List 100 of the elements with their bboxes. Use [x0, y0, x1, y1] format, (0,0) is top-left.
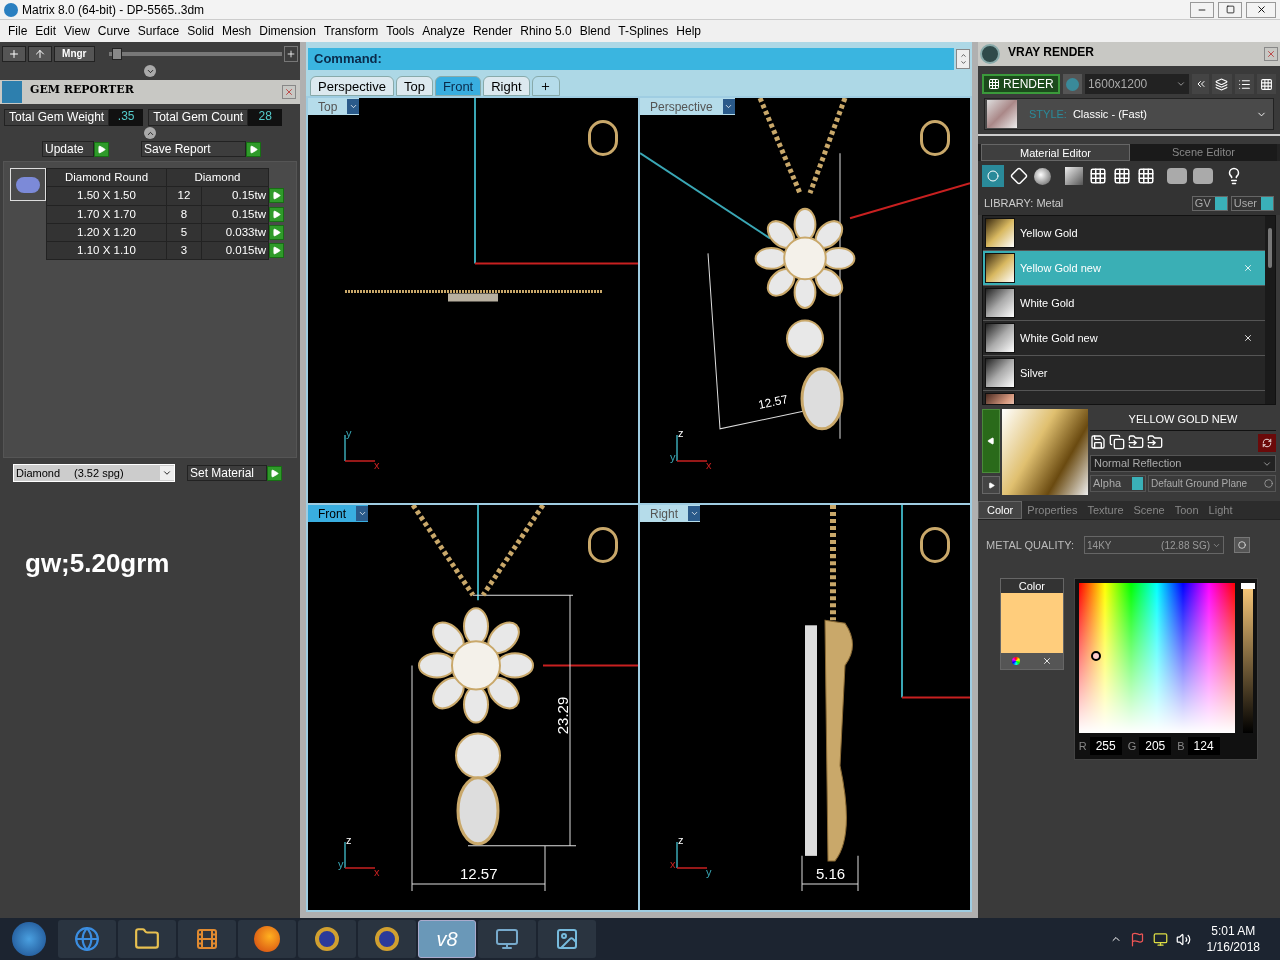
- taskbar-app[interactable]: [238, 920, 296, 958]
- property-tab[interactable]: Color: [978, 501, 1023, 519]
- menu-item[interactable]: Help: [672, 22, 706, 40]
- menu-item[interactable]: Rhino 5.0: [516, 22, 576, 40]
- dropdown-icon[interactable]: [722, 99, 735, 114]
- view-tab[interactable]: Perspective: [310, 76, 394, 96]
- viewport-label[interactable]: Front: [308, 505, 368, 522]
- gv-plug-icon[interactable]: [1167, 168, 1187, 184]
- p-plug-icon[interactable]: [1193, 168, 1213, 184]
- view-tab[interactable]: Right: [483, 76, 530, 96]
- pattern-icon[interactable]: [1137, 167, 1155, 185]
- taskbar-app[interactable]: [538, 920, 596, 958]
- material-dropdown[interactable]: Diamond (3.52 spg): [13, 464, 175, 482]
- view-tab[interactable]: Top: [395, 76, 433, 96]
- start-button[interactable]: [12, 922, 46, 956]
- style-dropdown[interactable]: STYLE: Classic - (Fast): [984, 98, 1274, 130]
- toggle-switch-icon[interactable]: [1261, 196, 1273, 210]
- browser-icon[interactable]: [254, 926, 280, 952]
- menu-item[interactable]: T-Splines: [614, 22, 673, 40]
- import-icon[interactable]: [1128, 434, 1144, 450]
- scroll-arrows-icon[interactable]: [956, 49, 970, 69]
- taskbar-app[interactable]: [178, 920, 236, 958]
- channel-value[interactable]: 205: [1139, 737, 1172, 755]
- command-field[interactable]: Command:: [308, 48, 954, 70]
- menu-item[interactable]: Solid: [183, 22, 218, 40]
- material-item[interactable]: Yellow Gold: [983, 216, 1265, 251]
- save-icon[interactable]: [1090, 434, 1106, 450]
- taskbar-app[interactable]: [298, 920, 356, 958]
- collapse-left-icon[interactable]: [982, 409, 1000, 473]
- grid-icon[interactable]: [1256, 74, 1276, 94]
- alpha-toggle[interactable]: Alpha: [1090, 475, 1146, 492]
- save-as-icon[interactable]: [1109, 434, 1125, 450]
- library-toggle[interactable]: User: [1230, 195, 1274, 211]
- dropdown-icon[interactable]: [347, 99, 360, 114]
- toggle-switch-icon[interactable]: [1132, 477, 1143, 490]
- go-icon[interactable]: [246, 141, 261, 157]
- collapse-icon[interactable]: [144, 65, 156, 77]
- taskbar-app[interactable]: [478, 920, 536, 958]
- monitor-icon[interactable]: [495, 927, 519, 951]
- add-icon[interactable]: [284, 46, 298, 62]
- browser-icon[interactable]: [74, 926, 100, 952]
- color-swatch[interactable]: [1001, 593, 1063, 653]
- clock-date[interactable]: 1/16/2018: [1206, 939, 1260, 955]
- brightness-track[interactable]: [1243, 583, 1253, 733]
- ring-icon[interactable]: [375, 927, 399, 951]
- go-icon[interactable]: [269, 188, 284, 204]
- taskbar-app[interactable]: [58, 920, 116, 958]
- material-item[interactable]: Silver: [983, 356, 1265, 391]
- slider-thumb[interactable]: [112, 48, 123, 60]
- ring-icon[interactable]: [315, 927, 339, 951]
- ground-plane-dropdown[interactable]: Default Ground Plane: [1148, 475, 1276, 492]
- export-icon[interactable]: [1147, 434, 1163, 450]
- network-icon[interactable]: [1152, 931, 1168, 947]
- viewport-label[interactable]: Perspective: [640, 98, 735, 115]
- go-icon[interactable]: [267, 465, 282, 481]
- viewport-label[interactable]: Right: [640, 505, 700, 522]
- toggle-switch-icon[interactable]: [1214, 196, 1227, 210]
- viewport[interactable]: Perspective z y x 12.57: [640, 98, 970, 503]
- menu-item[interactable]: Mesh: [217, 22, 256, 40]
- media-icon[interactable]: [195, 927, 219, 951]
- menu-item[interactable]: Blend: [575, 22, 615, 40]
- menu-item[interactable]: Render: [468, 22, 517, 40]
- expand-icon[interactable]: [144, 127, 156, 139]
- menu-item[interactable]: Transform: [319, 22, 383, 40]
- remove-icon[interactable]: [1243, 333, 1253, 343]
- property-tab[interactable]: Toon: [1169, 501, 1204, 519]
- color-spectrum[interactable]: [1078, 583, 1235, 733]
- diamond-icon[interactable]: [1010, 167, 1028, 185]
- material-item[interactable]: White Gold: [983, 286, 1265, 321]
- editor-tab[interactable]: Scene Editor: [1130, 144, 1277, 161]
- picker-marker-icon[interactable]: [1090, 651, 1101, 661]
- scrollbar[interactable]: [1265, 216, 1275, 404]
- resolution-dropdown[interactable]: 1600x1200: [1084, 74, 1189, 94]
- set-material-button[interactable]: Set Material: [187, 465, 267, 481]
- menu-item[interactable]: View: [60, 22, 94, 40]
- menu-item[interactable]: Surface: [133, 22, 184, 40]
- gradient-icon[interactable]: [1065, 167, 1083, 185]
- layout-icon[interactable]: [1212, 74, 1232, 94]
- property-tab[interactable]: Properties: [1022, 501, 1083, 519]
- add-tab-icon[interactable]: [531, 76, 560, 96]
- bump-icon[interactable]: [1113, 167, 1131, 185]
- go-icon[interactable]: [94, 141, 109, 157]
- folder-icon[interactable]: [134, 926, 160, 952]
- taskbar-app[interactable]: [358, 920, 416, 958]
- volume-icon[interactable]: [1175, 931, 1191, 947]
- viewport-label[interactable]: Top: [308, 98, 360, 115]
- menu-item[interactable]: Analyze: [418, 22, 469, 40]
- expand-icon[interactable]: [982, 476, 1000, 494]
- texture-icon[interactable]: [1089, 167, 1107, 185]
- manager-button[interactable]: Mngr: [53, 46, 96, 62]
- property-tab[interactable]: Texture: [1082, 501, 1129, 519]
- brightness-thumb[interactable]: [1241, 583, 1255, 589]
- menu-item[interactable]: Curve: [93, 22, 134, 40]
- clock-time[interactable]: 5:01 AM: [1211, 923, 1256, 939]
- close-icon[interactable]: [1246, 1, 1276, 18]
- menu-item[interactable]: Dimension: [255, 22, 320, 40]
- radio-icon[interactable]: [1264, 479, 1273, 488]
- reflection-dropdown[interactable]: Normal Reflection: [1090, 455, 1276, 472]
- flag-icon[interactable]: [1129, 931, 1145, 947]
- close-icon[interactable]: [282, 85, 296, 99]
